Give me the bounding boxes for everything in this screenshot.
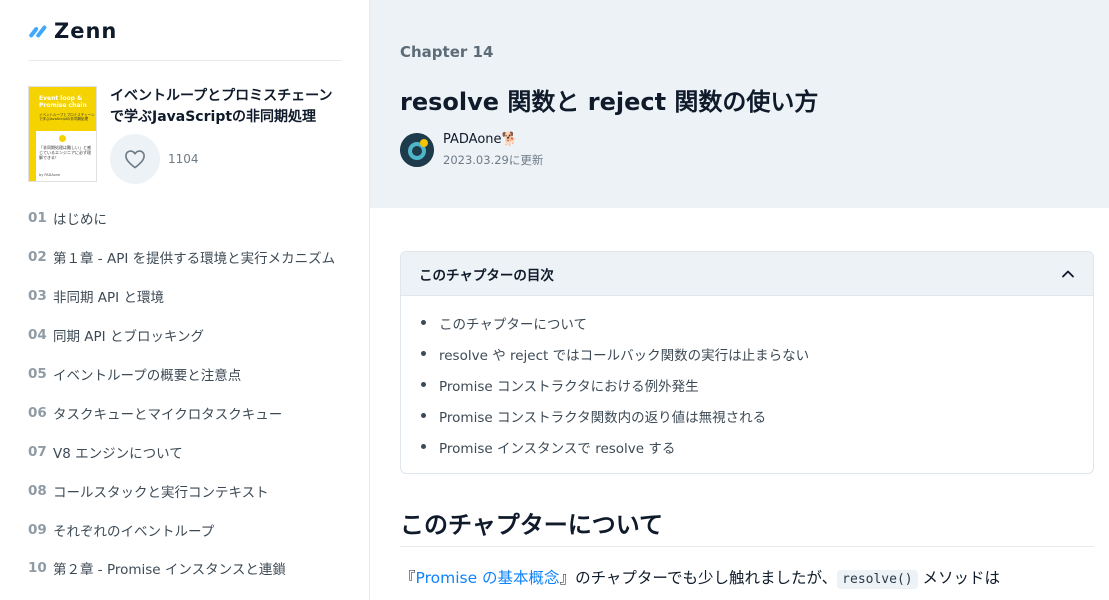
logo-text: Zenn: [54, 19, 118, 43]
cover-subtitle: イベントループとプロミスチェーンで学ぶJavaScriptの非同期処理: [39, 113, 95, 121]
heart-icon: [125, 150, 145, 169]
toc-number: 10: [28, 560, 47, 577]
book-title[interactable]: イベントループとプロミスチェーンで学ぶJavaScriptの非同期処理: [110, 86, 342, 128]
toc-item[interactable]: 07 V8 エンジンについて: [28, 432, 348, 471]
like-count: 1104: [168, 152, 199, 166]
chapter-toc-item[interactable]: Promise コンストラクタにおける例外発生: [421, 369, 1093, 400]
chapter-toc-title: このチャプターの目次: [419, 267, 554, 284]
section-heading: このチャプターについて: [400, 511, 664, 539]
chapter-toc-toggle[interactable]: このチャプターの目次: [401, 252, 1093, 296]
book-cover[interactable]: Event loop & Promise chain イベントループとプロミスチ…: [28, 86, 97, 182]
section-divider: [400, 546, 1094, 547]
toc-number: 05: [28, 366, 47, 382]
para-text: 』のチャプターでも少し触れましたが、: [559, 569, 838, 587]
toc-item[interactable]: 01 はじめに: [28, 199, 348, 238]
chapter-toc-item[interactable]: このチャプターについて: [421, 307, 1093, 338]
toc-number: 09: [28, 521, 47, 538]
toc-label: それぞれのイベントループ: [53, 523, 215, 540]
toc-item[interactable]: 09 それぞれのイベントループ: [28, 510, 348, 549]
toc-label: 非同期 API と環境: [53, 290, 164, 307]
toc-item[interactable]: 10 第２章 - Promise インスタンスと連鎖: [28, 549, 348, 588]
toc-label: コールスタックと実行コンテキスト: [53, 484, 269, 501]
chapter-toc: このチャプターの目次 このチャプターについて resolve や reject …: [400, 251, 1094, 474]
para-text: メソッドは: [917, 569, 1001, 587]
toc-item[interactable]: 06 タスクキューとマイクロタスクキュー: [28, 393, 348, 432]
chapter-toc-list: このチャプターについて resolve や reject ではコールバック関数の…: [401, 296, 1093, 462]
chapter-label: Chapter 14: [400, 43, 494, 61]
toc-number: 08: [28, 482, 47, 499]
toc-label: 第１章 - API を提供する環境と実行メカニズム: [53, 251, 336, 268]
toc-item[interactable]: 02 第１章 - API を提供する環境と実行メカニズム: [28, 238, 348, 277]
toc-label: 第２章 - Promise インスタンスと連鎖: [53, 562, 286, 579]
cover-title: Event loop & Promise chain: [39, 95, 87, 109]
toc-item[interactable]: 08 コールスタックと実行コンテキスト: [28, 471, 348, 510]
cover-emblem-icon: [59, 135, 66, 142]
toc-label: タスクキューとマイクロタスクキュー: [53, 406, 283, 423]
chapter-toc-item[interactable]: resolve や reject ではコールバック関数の実行は止まらない: [421, 338, 1093, 369]
toc-label: V8 エンジンについて: [53, 445, 183, 462]
zenn-logo-icon: [28, 21, 48, 41]
chapter-title: resolve 関数と reject 関数の使い方: [400, 88, 819, 116]
sidebar-divider: [28, 60, 342, 61]
chevron-up-icon: [1062, 270, 1074, 277]
avatar-image: [400, 133, 434, 167]
updated-date: 2023.03.29に更新: [443, 153, 544, 167]
toc-number: 06: [28, 404, 47, 421]
body-paragraph: 『Promise の基本概念』のチャプターでも少し触れましたが、 resolve(…: [400, 566, 1094, 589]
cover-author: by PADAone: [39, 173, 61, 177]
chapter-toc-item[interactable]: Promise コンストラクタ関数内の返り値は無視される: [421, 400, 1093, 431]
sidebar: Zenn Event loop & Promise chain イベントループと…: [0, 0, 370, 600]
like-button[interactable]: [110, 134, 160, 184]
toc-label: イベントループの概要と注意点: [53, 368, 242, 384]
book-toc: 01 はじめに 02 第１章 - API を提供する環境と実行メカニズム 03 非同期…: [28, 199, 348, 588]
toc-number: 04: [28, 327, 47, 344]
book-info: Event loop & Promise chain イベントループとプロミスチ…: [28, 86, 342, 186]
toc-item[interactable]: 03 非同期 API と環境: [28, 277, 348, 316]
toc-item[interactable]: 04 同期 API とブロッキング: [28, 316, 348, 355]
toc-number: 07: [28, 443, 47, 460]
chapter-toc-item[interactable]: Promise インスタンスで resolve する: [421, 431, 1093, 462]
toc-label: はじめに: [53, 212, 107, 229]
author-avatar[interactable]: [400, 133, 434, 167]
zenn-logo[interactable]: Zenn: [28, 19, 118, 43]
inline-code: resolve(): [837, 570, 918, 589]
toc-item[interactable]: 05 イベントループの概要と注意点: [28, 355, 348, 394]
toc-label: 同期 API とブロッキング: [53, 329, 205, 346]
toc-number: 03: [28, 288, 47, 305]
cover-body: 「非同期処理は難しい」と感じているエンジニアに必ず理解できる！: [39, 145, 91, 160]
promise-basics-link[interactable]: Promise の基本概念: [416, 569, 560, 587]
toc-number: 02: [28, 249, 47, 266]
author-name[interactable]: PADAone🐕: [443, 132, 518, 147]
para-text: 『: [400, 569, 416, 587]
toc-number: 01: [28, 210, 47, 227]
chapter-header: Chapter 14 resolve 関数と reject 関数の使い方 PAD…: [370, 0, 1109, 208]
